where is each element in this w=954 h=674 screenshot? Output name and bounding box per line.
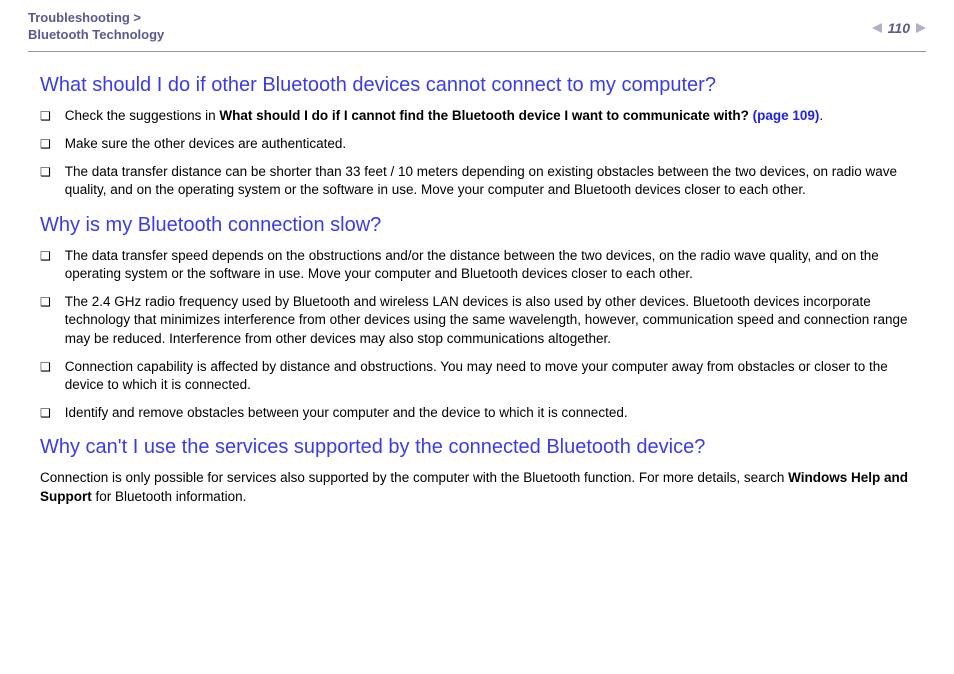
section-1-list: ❑ Check the suggestions in What should I… (40, 107, 926, 200)
breadcrumb-line1: Troubleshooting > (28, 10, 164, 27)
page-nav: 110 (872, 20, 926, 36)
bullet-icon: ❑ (40, 136, 51, 152)
breadcrumb: Troubleshooting > Bluetooth Technology (28, 10, 164, 44)
list-item-text: Connection capability is affected by dis… (65, 358, 926, 394)
bullet-icon: ❑ (40, 359, 51, 375)
list-item-text: The data transfer distance can be shorte… (65, 163, 926, 199)
bullet-icon: ❑ (40, 405, 51, 421)
list-item: ❑ The data transfer distance can be shor… (40, 163, 926, 199)
list-item: ❑ The 2.4 GHz radio frequency used by Bl… (40, 293, 926, 348)
section-heading-2: Why is my Bluetooth connection slow? (40, 214, 926, 237)
list-item-text: The 2.4 GHz radio frequency used by Blue… (65, 293, 926, 348)
list-item-text: Make sure the other devices are authenti… (65, 135, 926, 153)
header-divider (28, 51, 926, 52)
list-item-text: Identify and remove obstacles between yo… (65, 404, 926, 422)
section-heading-1: What should I do if other Bluetooth devi… (40, 74, 926, 97)
prev-page-arrow-icon[interactable] (872, 23, 882, 33)
section-2-list: ❑ The data transfer speed depends on the… (40, 247, 926, 423)
next-page-arrow-icon[interactable] (916, 23, 926, 33)
list-item-text: Check the suggestions in What should I d… (65, 107, 926, 125)
bullet-icon: ❑ (40, 164, 51, 180)
page-link[interactable]: (page 109) (753, 108, 820, 123)
list-item: ❑ Check the suggestions in What should I… (40, 107, 926, 125)
page-content: What should I do if other Bluetooth devi… (0, 60, 954, 506)
page-number: 110 (888, 20, 910, 36)
bullet-icon: ❑ (40, 108, 51, 124)
list-item-text: The data transfer speed depends on the o… (65, 247, 926, 283)
list-item: ❑ Make sure the other devices are authen… (40, 135, 926, 153)
bullet-icon: ❑ (40, 294, 51, 310)
list-item: ❑ Connection capability is affected by d… (40, 358, 926, 394)
section-3-paragraph: Connection is only possible for services… (40, 469, 926, 505)
list-item: ❑ The data transfer speed depends on the… (40, 247, 926, 283)
breadcrumb-line2: Bluetooth Technology (28, 27, 164, 44)
section-heading-3: Why can't I use the services supported b… (40, 436, 926, 459)
list-item: ❑ Identify and remove obstacles between … (40, 404, 926, 422)
bullet-icon: ❑ (40, 248, 51, 264)
